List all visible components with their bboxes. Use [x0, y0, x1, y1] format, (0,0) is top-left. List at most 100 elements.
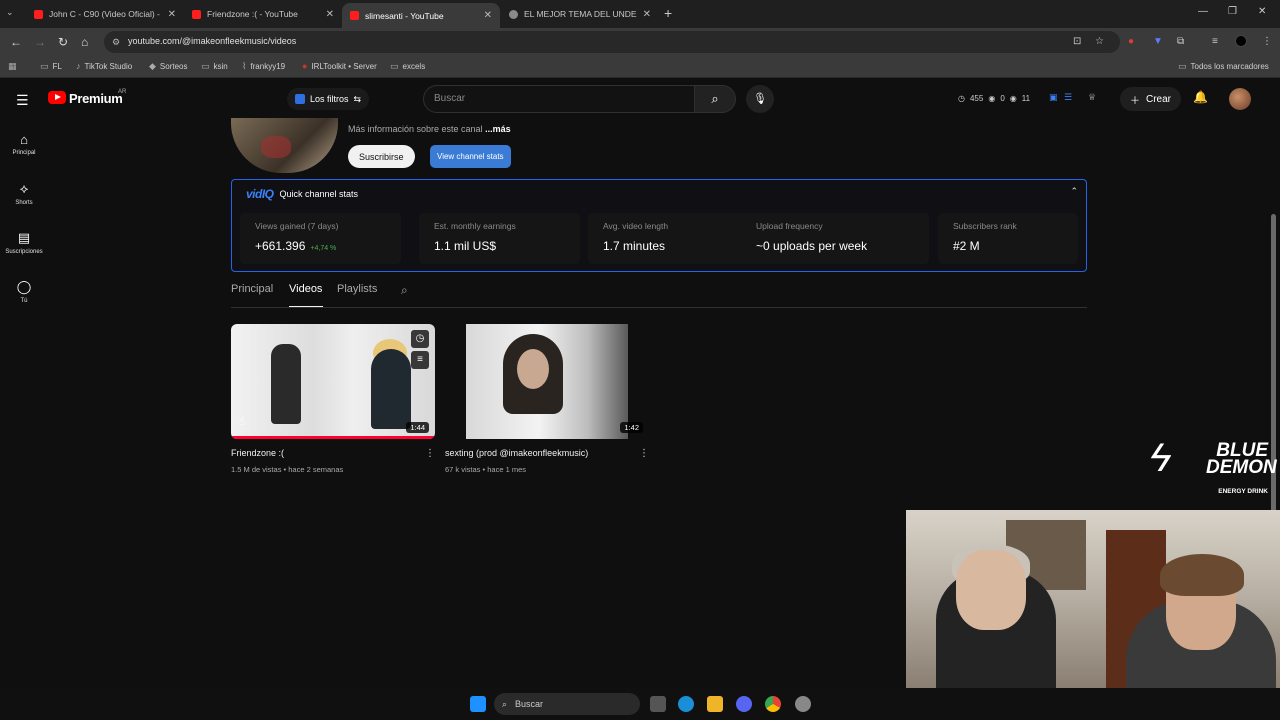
settings-icon[interactable]: [795, 696, 811, 712]
bookmark-item[interactable]: ▭ FL: [40, 61, 62, 72]
folder-icon: ▭: [390, 61, 399, 71]
minimize-icon[interactable]: —: [1198, 6, 1208, 17]
sidebar-item-subscriptions[interactable]: ▤ Suscripciones: [0, 230, 48, 255]
blue-demon-logo: ϟ BLUE DEMON ENERGY DRINK: [1144, 436, 1277, 495]
browser-tab[interactable]: Friendzone :( - YouTube ✕: [184, 3, 342, 25]
browser-tab[interactable]: EL MEJOR TEMA DEL UNDER Br ✕: [501, 3, 659, 25]
media-icon[interactable]: ≡: [1212, 36, 1218, 47]
subscribe-button[interactable]: Suscribirse: [348, 145, 415, 168]
new-tab-icon[interactable]: +: [664, 5, 672, 21]
site-info-icon[interactable]: ⚙: [112, 37, 120, 48]
trophy-icon[interactable]: ♕: [1088, 92, 1096, 103]
mouse-cursor-icon: ☝: [238, 414, 246, 428]
more-options-icon[interactable]: ⋮: [639, 448, 649, 459]
chrome-icon[interactable]: [765, 696, 781, 712]
back-icon[interactable]: ←: [10, 35, 22, 49]
stat-card-rank: Subscribers rank #2 M: [938, 213, 1078, 264]
sidebar-item-you[interactable]: ◯ Tú: [0, 279, 48, 304]
url-input[interactable]: youtube.com/@imakeonfleekmusic/videos: [104, 31, 1120, 53]
panel-title: Quick channel stats: [279, 189, 359, 199]
youtube-logo-icon[interactable]: [48, 91, 66, 104]
vidiq-extension-icon[interactable]: ▼: [1153, 36, 1163, 47]
video-title[interactable]: sexting (prod @imakeonfleekmusic): [445, 448, 588, 458]
filters-button[interactable]: Los filtros ⇆: [287, 88, 370, 110]
sidebar-item-principal[interactable]: ⌂ Principal: [0, 132, 48, 156]
all-bookmarks[interactable]: ▭ Todos los marcadores: [1178, 61, 1269, 72]
stat-card-length: Avg. video length 1.7 minutes: [588, 213, 749, 264]
account-avatar[interactable]: [1229, 88, 1251, 110]
eye-icon: ◉: [988, 94, 996, 103]
close-icon[interactable]: ✕: [484, 10, 492, 21]
view-channel-stats-button[interactable]: View channel stats: [430, 145, 511, 168]
search-icon[interactable]: ⌕: [401, 283, 408, 298]
video-meta: 67 k vistas • hace 1 mes: [445, 465, 526, 474]
apps-icon[interactable]: ▦: [8, 61, 17, 72]
list-icon[interactable]: ☰: [1064, 92, 1072, 103]
tab-videos[interactable]: Videos: [289, 283, 322, 295]
bookmark-item[interactable]: ▭ ksin: [201, 61, 228, 72]
bookmark-item[interactable]: ◆ Sorteos: [149, 61, 188, 72]
sliders-icon: ⇆: [353, 93, 362, 104]
home-icon: ⌂: [20, 132, 28, 147]
discord-icon[interactable]: [736, 696, 752, 712]
hamburger-menu-icon[interactable]: ☰: [16, 92, 29, 109]
extensions-puzzle-icon[interactable]: ⧉: [1177, 36, 1184, 47]
clock-icon: ◷: [958, 94, 965, 103]
reload-icon[interactable]: ↻: [58, 35, 68, 49]
webcam-person: [1160, 554, 1244, 596]
vidiq-icon[interactable]: ▣: [1049, 92, 1058, 103]
bookmark-item[interactable]: ▭ excels: [390, 61, 425, 72]
bookmark-item[interactable]: ● IRLToolkit • Server: [302, 61, 377, 71]
kebab-menu-icon[interactable]: ⋮: [1262, 36, 1272, 47]
browser-tab-active[interactable]: slimesanti - YouTube ✕: [342, 3, 500, 28]
tab-search-dropdown-icon[interactable]: ⌄: [6, 7, 14, 18]
close-window-icon[interactable]: ✕: [1258, 6, 1266, 17]
edge-icon[interactable]: [678, 696, 694, 712]
tab-principal[interactable]: Principal: [231, 283, 273, 295]
thumbnail-figure: [271, 344, 301, 424]
add-to-queue-icon[interactable]: ≡: [411, 351, 429, 369]
create-button[interactable]: ＋ Crear: [1120, 87, 1182, 111]
video-thumbnail[interactable]: ◷ ≡ 1:44: [231, 324, 435, 439]
video-title[interactable]: Friendzone :(: [231, 448, 284, 458]
notifications-bell-icon[interactable]: 🔔: [1193, 90, 1208, 104]
close-icon[interactable]: ✕: [168, 9, 176, 20]
more-link[interactable]: ...más: [485, 124, 511, 134]
thumbnail-figure: [371, 349, 411, 429]
install-icon[interactable]: ⊡: [1073, 36, 1081, 47]
video-thumbnail[interactable]: 1:42: [445, 324, 649, 439]
microphone-icon[interactable]: 🎙: [746, 85, 774, 113]
tab-playlists[interactable]: Playlists: [337, 283, 377, 295]
close-icon[interactable]: ✕: [326, 9, 334, 20]
bookmark-item[interactable]: ♪ TikTok Studio: [76, 61, 132, 71]
youtube-premium-logo[interactable]: Premium: [69, 91, 123, 106]
vidiq-panel-header: vidIQ Quick channel stats: [246, 187, 358, 201]
close-icon[interactable]: ✕: [643, 9, 651, 20]
search-input[interactable]: Buscar: [423, 85, 695, 113]
thumbnail-figure: [517, 349, 549, 389]
more-options-icon[interactable]: ⋮: [425, 448, 435, 459]
extension-icon[interactable]: ●: [1128, 36, 1134, 47]
home-icon[interactable]: ⌂: [81, 35, 88, 49]
chevron-up-icon[interactable]: ⌃: [1070, 186, 1078, 197]
bookmark-item[interactable]: ⌇ frankyy19: [242, 61, 285, 72]
vidiq-toolbar-stats[interactable]: ◷ 455 ◉ 0 ◉ 11: [958, 94, 1030, 103]
watch-later-icon[interactable]: ◷: [411, 330, 429, 348]
folder-icon: ▭: [201, 61, 210, 71]
channel-description[interactable]: Más información sobre este canal ...más: [348, 124, 511, 134]
browser-tab[interactable]: John C - C90 (Video Oficial) - Y ✕: [26, 3, 184, 25]
task-view-icon[interactable]: [650, 696, 666, 712]
forward-icon[interactable]: →: [34, 35, 46, 49]
bookmark-star-icon[interactable]: ☆: [1095, 36, 1104, 47]
kick-icon: ⌇: [242, 61, 247, 71]
irltoolkit-icon: ●: [302, 61, 308, 71]
sidebar-item-shorts[interactable]: ⟡ Shorts: [0, 181, 48, 206]
channel-avatar[interactable]: [231, 118, 338, 173]
windows-start-icon[interactable]: [470, 696, 486, 712]
search-icon[interactable]: ⌕: [694, 85, 736, 113]
restore-icon[interactable]: ❐: [1228, 6, 1237, 17]
eye-icon: ◉: [1009, 94, 1017, 103]
profile-avatar[interactable]: [1235, 35, 1247, 47]
taskbar-search[interactable]: ⌕ Buscar: [494, 693, 640, 715]
file-explorer-icon[interactable]: [707, 696, 723, 712]
